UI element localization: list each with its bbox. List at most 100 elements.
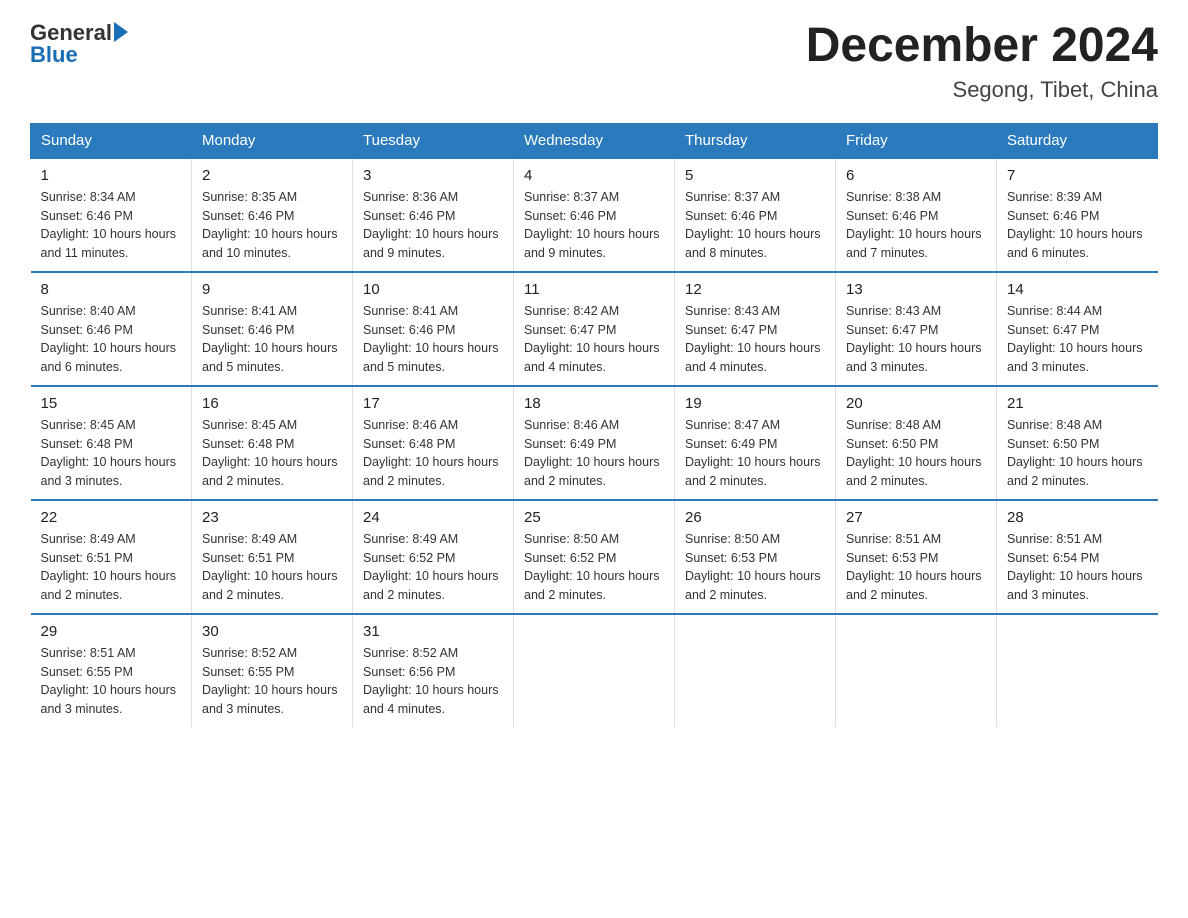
header-saturday: Saturday	[997, 123, 1158, 158]
day-number: 12	[685, 281, 825, 298]
calendar-cell: 24 Sunrise: 8:49 AMSunset: 6:52 PMDaylig…	[353, 500, 514, 614]
calendar-cell: 1 Sunrise: 8:34 AMSunset: 6:46 PMDayligh…	[31, 158, 192, 272]
calendar-cell: 31 Sunrise: 8:52 AMSunset: 6:56 PMDaylig…	[353, 614, 514, 727]
day-info: Sunrise: 8:49 AMSunset: 6:52 PMDaylight:…	[363, 530, 503, 605]
calendar-cell: 30 Sunrise: 8:52 AMSunset: 6:55 PMDaylig…	[192, 614, 353, 727]
day-number: 28	[1007, 509, 1148, 526]
calendar-cell: 14 Sunrise: 8:44 AMSunset: 6:47 PMDaylig…	[997, 272, 1158, 386]
day-info: Sunrise: 8:43 AMSunset: 6:47 PMDaylight:…	[685, 302, 825, 377]
day-info: Sunrise: 8:41 AMSunset: 6:46 PMDaylight:…	[202, 302, 342, 377]
calendar-cell	[514, 614, 675, 727]
calendar-cell: 16 Sunrise: 8:45 AMSunset: 6:48 PMDaylig…	[192, 386, 353, 500]
day-number: 15	[41, 395, 182, 412]
day-info: Sunrise: 8:43 AMSunset: 6:47 PMDaylight:…	[846, 302, 986, 377]
calendar-week-row: 15 Sunrise: 8:45 AMSunset: 6:48 PMDaylig…	[31, 386, 1158, 500]
day-info: Sunrise: 8:52 AMSunset: 6:55 PMDaylight:…	[202, 644, 342, 719]
calendar-cell: 5 Sunrise: 8:37 AMSunset: 6:46 PMDayligh…	[675, 158, 836, 272]
day-number: 16	[202, 395, 342, 412]
day-number: 1	[41, 167, 182, 184]
calendar-week-row: 22 Sunrise: 8:49 AMSunset: 6:51 PMDaylig…	[31, 500, 1158, 614]
header-friday: Friday	[836, 123, 997, 158]
calendar-table: Sunday Monday Tuesday Wednesday Thursday…	[30, 123, 1158, 727]
calendar-cell: 18 Sunrise: 8:46 AMSunset: 6:49 PMDaylig…	[514, 386, 675, 500]
calendar-cell: 15 Sunrise: 8:45 AMSunset: 6:48 PMDaylig…	[31, 386, 192, 500]
day-info: Sunrise: 8:34 AMSunset: 6:46 PMDaylight:…	[41, 188, 182, 263]
day-info: Sunrise: 8:39 AMSunset: 6:46 PMDaylight:…	[1007, 188, 1148, 263]
day-number: 17	[363, 395, 503, 412]
day-info: Sunrise: 8:36 AMSunset: 6:46 PMDaylight:…	[363, 188, 503, 263]
page-header: General Blue December 2024 Segong, Tibet…	[30, 20, 1158, 103]
logo-arrow-icon	[114, 22, 128, 42]
day-info: Sunrise: 8:51 AMSunset: 6:53 PMDaylight:…	[846, 530, 986, 605]
day-number: 30	[202, 623, 342, 640]
day-number: 5	[685, 167, 825, 184]
day-info: Sunrise: 8:37 AMSunset: 6:46 PMDaylight:…	[524, 188, 664, 263]
day-info: Sunrise: 8:49 AMSunset: 6:51 PMDaylight:…	[202, 530, 342, 605]
day-number: 9	[202, 281, 342, 298]
calendar-cell: 27 Sunrise: 8:51 AMSunset: 6:53 PMDaylig…	[836, 500, 997, 614]
day-number: 27	[846, 509, 986, 526]
day-info: Sunrise: 8:51 AMSunset: 6:55 PMDaylight:…	[41, 644, 182, 719]
calendar-week-row: 8 Sunrise: 8:40 AMSunset: 6:46 PMDayligh…	[31, 272, 1158, 386]
calendar-cell: 4 Sunrise: 8:37 AMSunset: 6:46 PMDayligh…	[514, 158, 675, 272]
calendar-cell: 28 Sunrise: 8:51 AMSunset: 6:54 PMDaylig…	[997, 500, 1158, 614]
day-info: Sunrise: 8:45 AMSunset: 6:48 PMDaylight:…	[202, 416, 342, 491]
header-wednesday: Wednesday	[514, 123, 675, 158]
day-info: Sunrise: 8:37 AMSunset: 6:46 PMDaylight:…	[685, 188, 825, 263]
logo: General Blue	[30, 20, 128, 68]
day-number: 31	[363, 623, 503, 640]
calendar-week-row: 1 Sunrise: 8:34 AMSunset: 6:46 PMDayligh…	[31, 158, 1158, 272]
calendar-cell: 11 Sunrise: 8:42 AMSunset: 6:47 PMDaylig…	[514, 272, 675, 386]
day-number: 11	[524, 281, 664, 298]
calendar-header: Sunday Monday Tuesday Wednesday Thursday…	[31, 123, 1158, 158]
calendar-cell: 3 Sunrise: 8:36 AMSunset: 6:46 PMDayligh…	[353, 158, 514, 272]
day-number: 21	[1007, 395, 1148, 412]
logo-blue-text: Blue	[30, 42, 78, 68]
day-number: 19	[685, 395, 825, 412]
calendar-cell: 25 Sunrise: 8:50 AMSunset: 6:52 PMDaylig…	[514, 500, 675, 614]
calendar-cell: 12 Sunrise: 8:43 AMSunset: 6:47 PMDaylig…	[675, 272, 836, 386]
day-info: Sunrise: 8:51 AMSunset: 6:54 PMDaylight:…	[1007, 530, 1148, 605]
day-info: Sunrise: 8:41 AMSunset: 6:46 PMDaylight:…	[363, 302, 503, 377]
calendar-cell: 13 Sunrise: 8:43 AMSunset: 6:47 PMDaylig…	[836, 272, 997, 386]
header-sunday: Sunday	[31, 123, 192, 158]
day-number: 8	[41, 281, 182, 298]
calendar-cell: 8 Sunrise: 8:40 AMSunset: 6:46 PMDayligh…	[31, 272, 192, 386]
calendar-cell: 7 Sunrise: 8:39 AMSunset: 6:46 PMDayligh…	[997, 158, 1158, 272]
calendar-cell: 22 Sunrise: 8:49 AMSunset: 6:51 PMDaylig…	[31, 500, 192, 614]
day-number: 4	[524, 167, 664, 184]
day-info: Sunrise: 8:35 AMSunset: 6:46 PMDaylight:…	[202, 188, 342, 263]
day-number: 10	[363, 281, 503, 298]
day-header-row: Sunday Monday Tuesday Wednesday Thursday…	[31, 123, 1158, 158]
day-number: 6	[846, 167, 986, 184]
day-info: Sunrise: 8:49 AMSunset: 6:51 PMDaylight:…	[41, 530, 182, 605]
calendar-cell: 29 Sunrise: 8:51 AMSunset: 6:55 PMDaylig…	[31, 614, 192, 727]
calendar-cell: 19 Sunrise: 8:47 AMSunset: 6:49 PMDaylig…	[675, 386, 836, 500]
calendar-cell: 2 Sunrise: 8:35 AMSunset: 6:46 PMDayligh…	[192, 158, 353, 272]
calendar-cell: 21 Sunrise: 8:48 AMSunset: 6:50 PMDaylig…	[997, 386, 1158, 500]
title-block: December 2024 Segong, Tibet, China	[806, 20, 1158, 103]
calendar-title: December 2024	[806, 20, 1158, 73]
day-info: Sunrise: 8:38 AMSunset: 6:46 PMDaylight:…	[846, 188, 986, 263]
calendar-cell: 23 Sunrise: 8:49 AMSunset: 6:51 PMDaylig…	[192, 500, 353, 614]
day-number: 25	[524, 509, 664, 526]
calendar-cell: 17 Sunrise: 8:46 AMSunset: 6:48 PMDaylig…	[353, 386, 514, 500]
day-info: Sunrise: 8:40 AMSunset: 6:46 PMDaylight:…	[41, 302, 182, 377]
day-info: Sunrise: 8:47 AMSunset: 6:49 PMDaylight:…	[685, 416, 825, 491]
calendar-cell: 9 Sunrise: 8:41 AMSunset: 6:46 PMDayligh…	[192, 272, 353, 386]
day-info: Sunrise: 8:48 AMSunset: 6:50 PMDaylight:…	[1007, 416, 1148, 491]
day-number: 14	[1007, 281, 1148, 298]
day-info: Sunrise: 8:46 AMSunset: 6:48 PMDaylight:…	[363, 416, 503, 491]
day-number: 2	[202, 167, 342, 184]
day-number: 26	[685, 509, 825, 526]
calendar-cell: 20 Sunrise: 8:48 AMSunset: 6:50 PMDaylig…	[836, 386, 997, 500]
day-info: Sunrise: 8:50 AMSunset: 6:52 PMDaylight:…	[524, 530, 664, 605]
day-number: 18	[524, 395, 664, 412]
day-info: Sunrise: 8:42 AMSunset: 6:47 PMDaylight:…	[524, 302, 664, 377]
header-tuesday: Tuesday	[353, 123, 514, 158]
day-number: 24	[363, 509, 503, 526]
day-number: 13	[846, 281, 986, 298]
day-info: Sunrise: 8:46 AMSunset: 6:49 PMDaylight:…	[524, 416, 664, 491]
header-monday: Monday	[192, 123, 353, 158]
day-number: 3	[363, 167, 503, 184]
